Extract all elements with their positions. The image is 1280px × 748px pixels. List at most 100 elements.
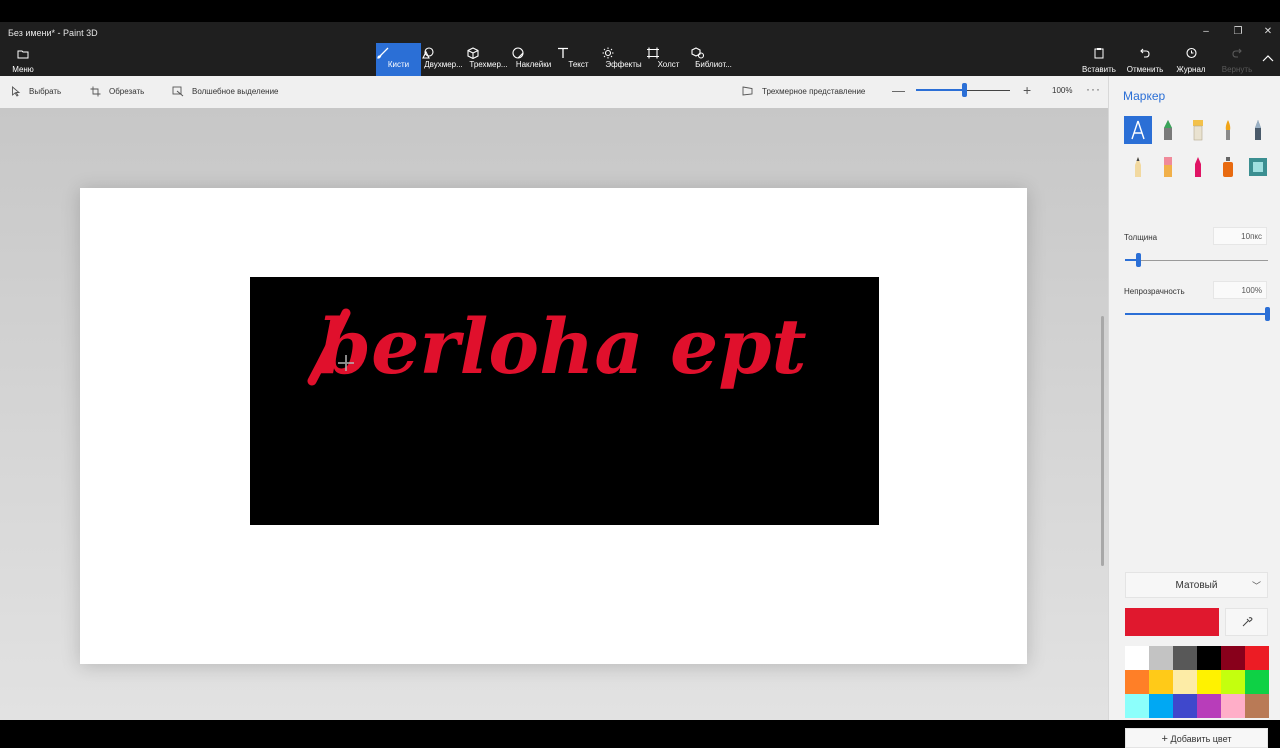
undo-button[interactable]: Отменить: [1122, 46, 1168, 74]
brush-eraser[interactable]: [1154, 153, 1182, 181]
effects-icon: [602, 47, 614, 59]
brush-watercolor[interactable]: [1214, 116, 1242, 144]
color-swatch[interactable]: [1173, 670, 1197, 694]
vertical-scrollbar[interactable]: [1101, 316, 1104, 566]
history-icon: [1186, 47, 1197, 59]
tab-label: Текст: [568, 60, 589, 69]
brush-pixel-pen[interactable]: [1244, 116, 1272, 144]
color-swatch[interactable]: [1149, 646, 1173, 670]
color-swatch[interactable]: [1221, 694, 1245, 718]
color-swatch[interactable]: [1149, 670, 1173, 694]
tab-stickers[interactable]: Наклейки: [511, 43, 556, 76]
tab-library[interactable]: Библиот...: [691, 43, 736, 76]
tab-effects[interactable]: Эффекты: [601, 43, 646, 76]
color-swatch[interactable]: [1221, 670, 1245, 694]
canvas-icon: [647, 47, 659, 59]
chevron-up-icon[interactable]: [1262, 54, 1274, 62]
crop-label: Обрезать: [109, 87, 145, 96]
brush-spray-can[interactable]: [1214, 153, 1242, 181]
history-label: Журнал: [1176, 65, 1206, 74]
3d-view-toggle[interactable]: Трехмерное представление: [742, 86, 865, 96]
paste-icon: [1094, 48, 1104, 59]
undo-icon: [1140, 48, 1150, 58]
tab-2d-shapes[interactable]: Двухмер...: [421, 43, 466, 76]
drawing-text: berloha ept: [318, 302, 807, 391]
marker-icon: [1131, 120, 1145, 140]
paste-label: Вставить: [1082, 65, 1116, 74]
finish-dropdown[interactable]: Матовый ﹀: [1125, 572, 1268, 598]
maximize-button[interactable]: ❐: [1228, 26, 1248, 37]
tab-canvas[interactable]: Холст: [646, 43, 691, 76]
drawing-canvas[interactable]: berloha ept: [80, 188, 1027, 664]
chevron-down-icon: ﹀: [1251, 581, 1261, 591]
zoom-in-button[interactable]: +: [1023, 82, 1031, 98]
zoom-out-button[interactable]: —: [892, 83, 905, 98]
undo-label: Отменить: [1126, 65, 1164, 74]
tab-3d-shapes[interactable]: Трехмер...: [466, 43, 511, 76]
color-palette: [1125, 646, 1269, 718]
brush-marker[interactable]: [1124, 116, 1152, 144]
redo-button[interactable]: Вернуть: [1214, 46, 1260, 74]
current-color-swatch[interactable]: [1125, 608, 1219, 636]
color-swatch[interactable]: [1125, 694, 1149, 718]
brush-crayon[interactable]: [1184, 153, 1212, 181]
black-rectangle: berloha ept: [250, 277, 879, 525]
magic-select-label: Волшебное выделение: [192, 87, 279, 96]
brush-grid: [1124, 116, 1274, 181]
add-color-button[interactable]: + Добавить цвет: [1125, 728, 1268, 748]
crayon-icon: [1195, 157, 1201, 177]
finish-value: Матовый: [1175, 580, 1218, 591]
folder-icon: [17, 50, 29, 59]
opacity-slider-thumb[interactable]: [1265, 307, 1270, 321]
menu-button[interactable]: Меню: [6, 46, 40, 74]
crop-tool[interactable]: Обрезать: [90, 86, 144, 97]
eyedropper-button[interactable]: [1225, 608, 1268, 636]
eyedropper-icon: [1242, 617, 1253, 627]
color-swatch[interactable]: [1245, 694, 1269, 718]
thickness-slider-thumb[interactable]: [1136, 253, 1142, 267]
panel-title: Маркер: [1123, 89, 1166, 103]
top-toolbar: Без имени* - Paint 3D – ❐ ✕ Меню Кисти Д…: [0, 22, 1280, 76]
color-swatch[interactable]: [1245, 670, 1269, 694]
paste-button[interactable]: Вставить: [1076, 46, 1122, 74]
more-options-icon[interactable]: ···: [1086, 82, 1101, 96]
brush-calligraphy-pen[interactable]: [1154, 116, 1182, 144]
color-swatch[interactable]: [1245, 646, 1269, 670]
brush-oil[interactable]: [1184, 116, 1212, 144]
color-swatch[interactable]: [1173, 694, 1197, 718]
3d-shapes-icon: [467, 47, 479, 59]
color-swatch[interactable]: [1197, 670, 1221, 694]
3d-view-icon: [742, 86, 753, 96]
zoom-slider-thumb[interactable]: [961, 83, 967, 97]
magic-select-tool[interactable]: Волшебное выделение: [172, 86, 278, 97]
thickness-slider-track[interactable]: [1125, 260, 1268, 261]
tab-brushes[interactable]: Кисти: [376, 43, 421, 76]
tab-label: Двухмер...: [424, 60, 463, 69]
minimize-button[interactable]: –: [1196, 26, 1216, 37]
tab-text[interactable]: Текст: [556, 43, 601, 76]
oil-brush-icon: [1193, 120, 1203, 141]
history-button[interactable]: Журнал: [1168, 46, 1214, 74]
brush-pencil[interactable]: [1124, 153, 1152, 181]
select-tool[interactable]: Выбрать: [11, 86, 61, 97]
stickers-icon: [512, 47, 524, 59]
opacity-slider-fill: [1125, 313, 1268, 315]
color-swatch[interactable]: [1125, 646, 1149, 670]
tab-label: Наклейки: [515, 60, 552, 69]
thickness-field[interactable]: 10пкс: [1213, 227, 1267, 245]
color-swatch[interactable]: [1125, 670, 1149, 694]
library-icon: [691, 47, 705, 59]
close-button[interactable]: ✕: [1258, 26, 1278, 37]
handwritten-drawing: berloha ept: [307, 302, 807, 391]
opacity-label: Непрозрачность: [1124, 287, 1185, 296]
brush-panel: Маркер Толщина 10пкс Непрозрачность 100%…: [1108, 76, 1280, 748]
opacity-field[interactable]: 100%: [1213, 281, 1267, 299]
brush-fill[interactable]: [1244, 153, 1272, 181]
paint3d-window: Без имени* - Paint 3D – ❐ ✕ Меню Кисти Д…: [0, 22, 1280, 748]
color-swatch[interactable]: [1149, 694, 1173, 718]
color-swatch[interactable]: [1173, 646, 1197, 670]
color-swatch[interactable]: [1197, 694, 1221, 718]
tab-label: Кисти: [387, 60, 410, 69]
color-swatch[interactable]: [1221, 646, 1245, 670]
color-swatch[interactable]: [1197, 646, 1221, 670]
